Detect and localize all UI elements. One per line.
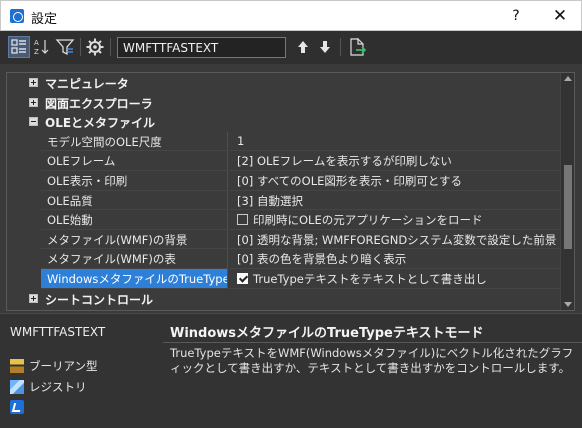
category-drawing-explorer[interactable]: 図面エクスプローラ: [7, 93, 561, 113]
sort-alphabetical-button[interactable]: A Z: [31, 36, 53, 58]
property-grid: マニピュレータ 図面エクスプローラ OLEとメタファイル モデル空間のOLE尺度…: [6, 72, 575, 311]
category-label: シートコントロール: [45, 292, 154, 307]
export-icon: [350, 37, 367, 56]
svg-text:A: A: [34, 39, 39, 47]
arrow-up-icon: [298, 41, 308, 53]
property-name: OLE表示・印刷: [41, 171, 228, 191]
toolbar-separator: [340, 38, 341, 56]
category-ole-metafile[interactable]: OLEとメタファイル: [7, 112, 561, 132]
variable-storage: レジストリ: [10, 379, 87, 397]
next-result-button[interactable]: [314, 36, 336, 58]
property-row[interactable]: OLE表示・印刷 [0] すべてのOLE図形を表示・印刷可とする: [7, 171, 561, 191]
property-row[interactable]: メタファイル(WMF)の背景 [0] 透明な背景; WMFFOREGNDシステム…: [7, 229, 561, 250]
title-bar: 設定 ? ✕: [0, 0, 582, 31]
property-name: モデル空間のOLE尺度: [41, 131, 228, 152]
help-button[interactable]: ?: [505, 5, 527, 27]
filter-button[interactable]: [54, 36, 76, 58]
property-name: OLE品質: [41, 190, 228, 211]
property-name: OLE始動: [41, 210, 228, 230]
property-row[interactable]: メタファイル(WMF)の表 [0] 表の色を背景色より暗く表示: [7, 249, 561, 269]
property-name: メタファイル(WMF)の表: [41, 249, 228, 269]
description-divider: [163, 342, 582, 343]
scroll-up-icon[interactable]: [564, 76, 572, 81]
categorized-view-icon: [11, 39, 26, 54]
arrow-down-icon: [320, 41, 330, 53]
toolbar: A Z: [0, 31, 582, 64]
category-label: OLEとメタファイル: [45, 116, 156, 131]
property-row[interactable]: OLEフレーム [2] OLEフレームを表示するが印刷しない: [7, 151, 561, 171]
property-value[interactable]: 印刷時にOLEの元アプリケーションをロード: [229, 210, 561, 230]
filter-icon: [55, 39, 75, 56]
expand-icon[interactable]: [29, 97, 38, 107]
truetype-text-checkbox[interactable]: [237, 273, 248, 284]
property-row[interactable]: OLE品質 [3] 自動選択: [7, 190, 561, 211]
sort-az-icon: A Z: [34, 39, 49, 56]
previous-result-button[interactable]: [292, 36, 314, 58]
window-title: 設定: [31, 12, 58, 27]
registry-icon: [10, 380, 24, 394]
gear-icon: [86, 38, 104, 56]
variable-storage-label: レジストリ: [29, 380, 87, 394]
checkbox-label: TrueTypeテキストをテキストとして書き出し: [253, 272, 487, 286]
scroll-thumb[interactable]: [564, 165, 572, 249]
property-value[interactable]: [0] すべてのOLE図形を表示・印刷可とする: [229, 171, 561, 191]
property-value[interactable]: [0] 表の色を背景色より暗く表示: [229, 249, 561, 269]
boolean-type-icon: [10, 359, 24, 373]
description-text: TrueTypeテキストをWMF(Windowsメタファイル)にベクトル化された…: [170, 346, 574, 375]
settings-button[interactable]: [84, 36, 106, 58]
collapse-icon[interactable]: [29, 117, 38, 127]
property-name: OLEフレーム: [41, 151, 228, 171]
category-manipulator[interactable]: マニピュレータ: [7, 73, 561, 93]
property-row-selected[interactable]: WindowsメタファイルのTrueTypeテキ TrueTypeテキストをテキ…: [7, 269, 561, 289]
property-value[interactable]: 1: [229, 132, 561, 152]
property-name: WindowsメタファイルのTrueTypeテキ: [41, 269, 228, 289]
variable-type-label: ブーリアン型: [29, 359, 98, 373]
category-label: 図面エクスプローラ: [45, 96, 153, 111]
toolbar-separator: [110, 38, 111, 56]
category-sheet-control[interactable]: シートコントロール: [7, 289, 561, 309]
property-row[interactable]: モデル空間のOLE尺度 1: [7, 131, 561, 152]
description-title: WindowsメタファイルのTrueTypeテキストモード: [170, 326, 484, 341]
vertical-scrollbar[interactable]: [560, 73, 574, 310]
property-row[interactable]: OLE始動 印刷時にOLEの元アプリケーションをロード: [7, 210, 561, 230]
toolbar-separator: [80, 38, 81, 56]
property-value[interactable]: [0] 透明な背景; WMFFOREGNDシステム変数で設定した前景: [229, 230, 561, 250]
app-icon: [10, 9, 24, 23]
description-panel: WMFTTFASTEXT WindowsメタファイルのTrueTypeテキストモ…: [0, 313, 582, 428]
checkbox-label: 印刷時にOLEの元アプリケーションをロード: [253, 213, 483, 228]
search-input[interactable]: [117, 37, 286, 58]
close-button[interactable]: ✕: [549, 5, 571, 27]
property-value[interactable]: [3] 自動選択: [229, 191, 561, 211]
expand-icon[interactable]: [29, 293, 38, 303]
category-label: マニピュレータ: [45, 77, 129, 91]
export-button[interactable]: [346, 36, 368, 58]
svg-text:Z: Z: [34, 48, 39, 56]
variable-name: WMFTTFASTEXT: [10, 325, 106, 339]
ole-startup-checkbox[interactable]: [237, 214, 248, 226]
expand-icon[interactable]: [29, 78, 38, 87]
property-value[interactable]: TrueTypeテキストをテキストとして書き出し: [229, 269, 561, 289]
brand-logo-icon: [10, 400, 24, 414]
variable-type: ブーリアン型: [10, 358, 98, 376]
scroll-down-icon[interactable]: [564, 302, 572, 307]
property-name: メタファイル(WMF)の背景: [41, 229, 228, 250]
categorized-view-button[interactable]: [8, 36, 30, 58]
property-value[interactable]: [2] OLEフレームを表示するが印刷しない: [229, 151, 561, 171]
